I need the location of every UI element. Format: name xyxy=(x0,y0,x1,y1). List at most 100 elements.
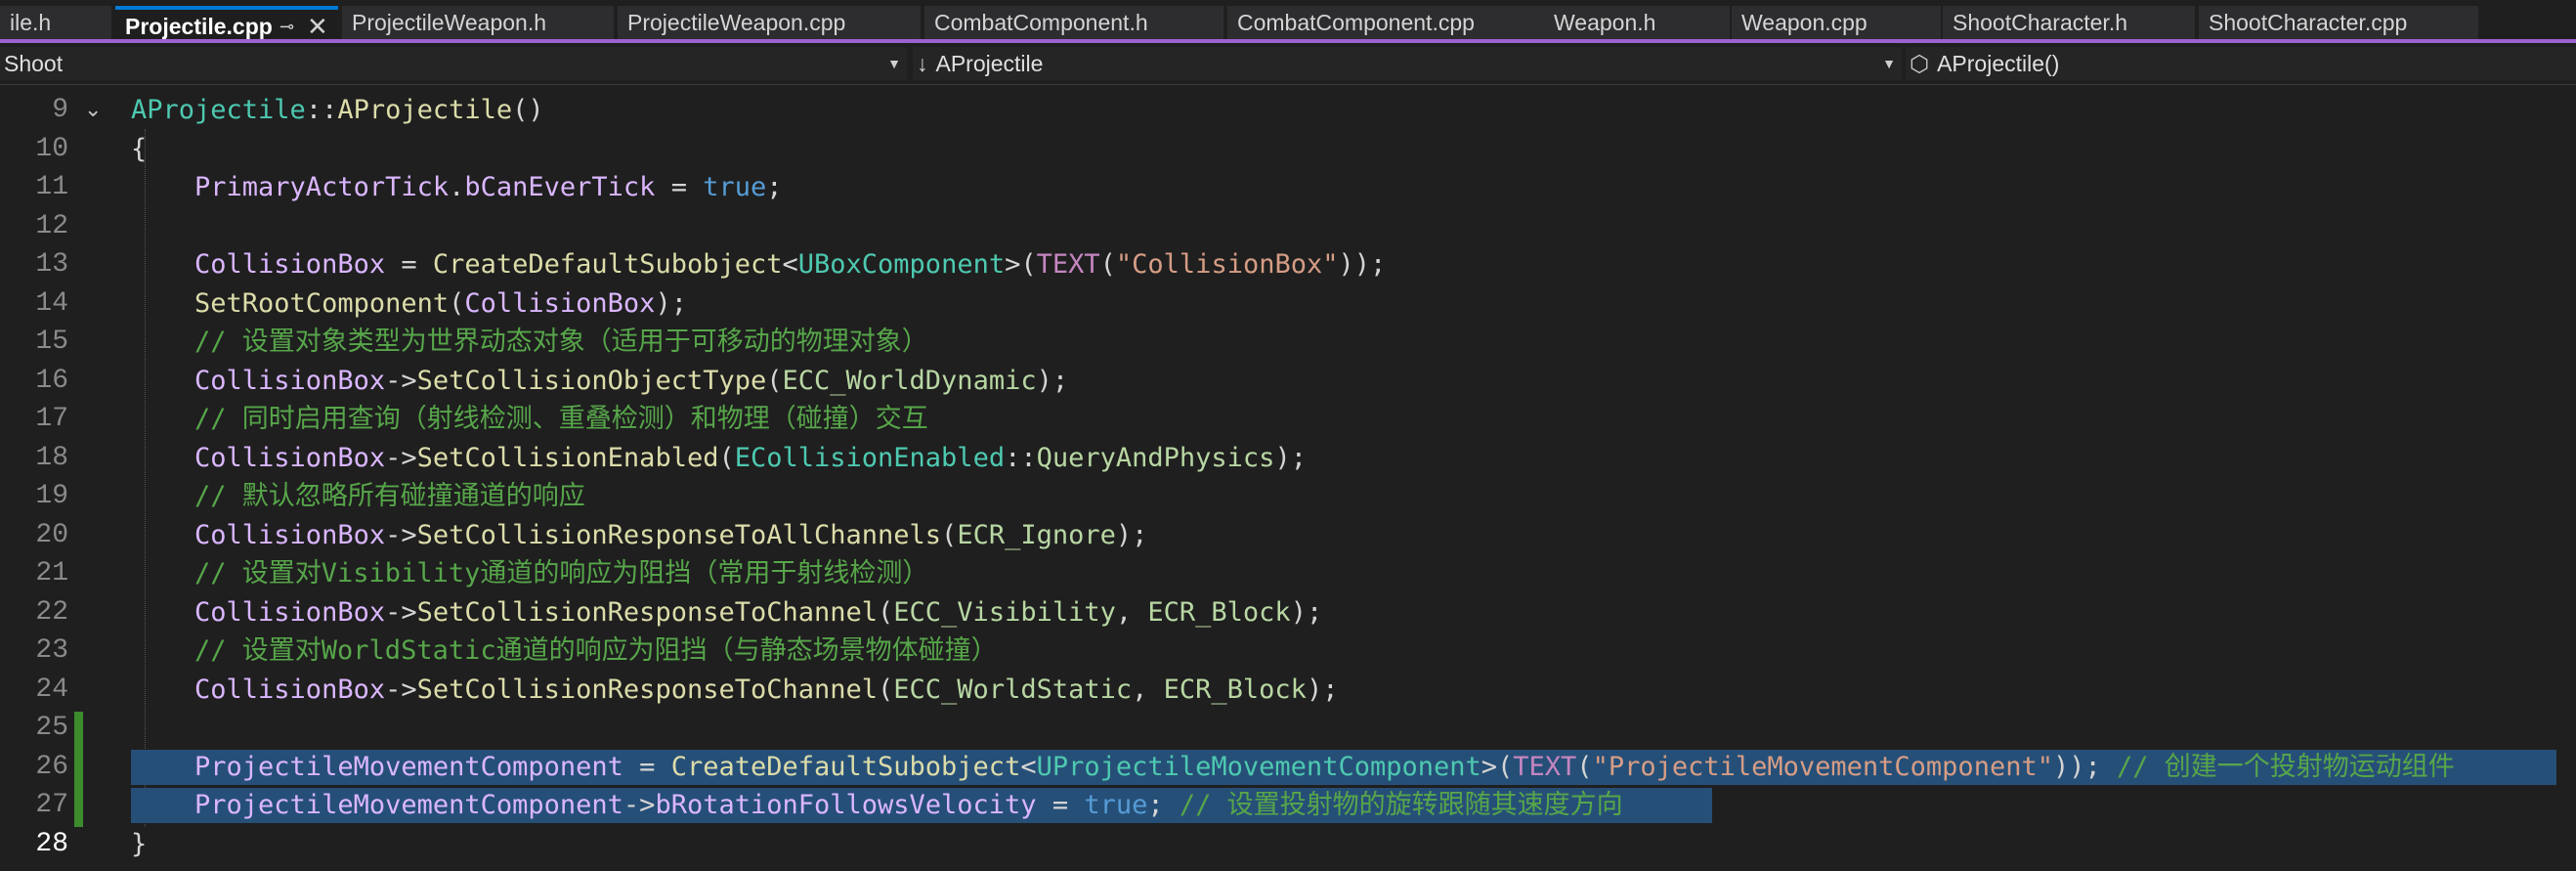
code-token: ); xyxy=(1274,442,1307,473)
code-token: ; xyxy=(766,172,783,202)
tab-file-h[interactable]: ile.h xyxy=(0,6,111,39)
code-line[interactable]: 15 // 设置对象类型为世界动态对象（适用于可移动的物理对象） xyxy=(0,323,2576,362)
down-arrow-icon: ↓ xyxy=(917,51,928,76)
code-line[interactable]: 18 CollisionBox->SetCollisionEnabled(ECo… xyxy=(0,439,2576,478)
code-token: :: xyxy=(305,95,338,125)
tab-label: ShootCharacter.h xyxy=(1953,10,2128,35)
code-token: // 同时启用查询（射线检测、重叠检测）和物理（碰撞）交互 xyxy=(131,404,928,434)
code-token: >( xyxy=(1481,751,1514,782)
tab-shootcharacter-cpp[interactable]: ShootCharacter.cpp xyxy=(2199,6,2478,39)
code-token: )); xyxy=(1338,249,1387,280)
code-token: ( xyxy=(449,287,465,319)
fold-chevron-icon[interactable]: ⌄ xyxy=(84,91,102,130)
code-line[interactable]: 26 ProjectileMovementComponent = CreateD… xyxy=(0,748,2576,787)
code-token: QueryAndPhysics xyxy=(1036,442,1275,473)
code-token: ( xyxy=(766,365,783,396)
code-token: // 设置对象类型为世界动态对象（适用于可移动的物理对象） xyxy=(131,327,928,357)
code-token: -> xyxy=(385,442,417,473)
code-token: ( xyxy=(878,674,894,705)
code-text: ProjectileMovementComponent->bRotationFo… xyxy=(131,786,1623,825)
code-token: CollisionBox xyxy=(464,287,656,319)
code-line[interactable]: 11 PrimaryActorTick.bCanEverTick = true; xyxy=(0,168,2576,207)
tab-weapon-cpp[interactable]: Weapon.cpp xyxy=(1732,6,1941,39)
tab-projectile-cpp[interactable]: Projectile.cpp ⊸ ✕ xyxy=(115,6,338,39)
line-number: 9 xyxy=(52,95,68,125)
code-token: CollisionBox xyxy=(131,249,386,280)
code-token: -> xyxy=(385,519,417,550)
tab-shootcharacter-h[interactable]: ShootCharacter.h xyxy=(1943,6,2195,39)
code-text: { xyxy=(131,130,147,169)
code-token: // 默认忽略所有碰撞通道的响应 xyxy=(131,481,585,511)
code-token: bRotationFollowsVelocity xyxy=(655,790,1037,820)
code-token: ); xyxy=(1290,596,1323,628)
code-token: . xyxy=(449,172,465,202)
code-text: PrimaryActorTick.bCanEverTick = true; xyxy=(131,168,783,207)
code-token: CollisionBox xyxy=(131,442,386,473)
line-number: 14 xyxy=(35,287,68,319)
tab-projectileweapon-h[interactable]: ProjectileWeapon.h xyxy=(342,6,614,39)
member-dropdown[interactable]: ⬡ AProjectile() xyxy=(1906,47,2576,80)
code-token: CollisionBox xyxy=(131,519,386,550)
line-number: 13 xyxy=(35,249,68,280)
chevron-down-icon: ▼ xyxy=(1882,56,1896,71)
line-number: 12 xyxy=(35,210,68,241)
code-token: ); xyxy=(655,287,687,319)
code-token: bCanEverTick xyxy=(464,172,656,202)
close-icon[interactable]: ✕ xyxy=(307,10,328,39)
code-token: // 设置投射物的旋转跟随其速度方向 xyxy=(1179,790,1623,820)
code-token: , xyxy=(1115,596,1148,628)
code-token: "ProjectileMovementComponent" xyxy=(1592,751,2053,782)
code-line[interactable]: 21 // 设置对Visibility通道的响应为阻挡（常用于射线检测） xyxy=(0,554,2576,593)
code-token: } xyxy=(131,828,148,859)
pin-icon[interactable]: ⊸ xyxy=(279,10,294,39)
code-text: CollisionBox = CreateDefaultSubobject<UB… xyxy=(131,245,1386,284)
tab-combatcomponent-h[interactable]: CombatComponent.h xyxy=(924,6,1224,39)
code-token: -> xyxy=(385,596,417,628)
code-line[interactable]: 9 ⌄ AProjectile::AProjectile() xyxy=(0,91,2576,130)
code-line[interactable]: 16 CollisionBox->SetCollisionObjectType(… xyxy=(0,362,2576,401)
code-text: // 同时启用查询（射线检测、重叠检测）和物理（碰撞）交互 xyxy=(131,400,928,439)
code-line[interactable]: 23 // 设置对WorldStatic通道的响应为阻挡（与静态场景物体碰撞） xyxy=(0,631,2576,671)
code-line[interactable]: 10 { xyxy=(0,130,2576,169)
code-line[interactable]: 27 ProjectileMovementComponent->bRotatio… xyxy=(0,786,2576,825)
tab-projectileweapon-cpp[interactable]: ProjectileWeapon.cpp xyxy=(618,6,921,39)
code-line[interactable]: 13 CollisionBox = CreateDefaultSubobject… xyxy=(0,245,2576,284)
code-token: PrimaryActorTick xyxy=(131,172,450,202)
code-line[interactable]: 20 CollisionBox->SetCollisionResponseToA… xyxy=(0,516,2576,555)
code-token: ); xyxy=(1306,674,1339,705)
code-text: ProjectileMovementComponent = CreateDefa… xyxy=(131,748,2455,787)
code-line[interactable]: 22 CollisionBox->SetCollisionResponseToC… xyxy=(0,593,2576,632)
code-token: ECR_Ignore xyxy=(957,519,1116,550)
code-text: CollisionBox->SetCollisionObjectType(ECC… xyxy=(131,362,1068,401)
code-line[interactable]: 12 xyxy=(0,207,2576,246)
code-editor[interactable]: 9 ⌄ AProjectile::AProjectile() 10{11 Primar… xyxy=(0,86,2576,871)
code-token: // 创建一个投射物运动组件 xyxy=(2117,751,2455,782)
code-line[interactable]: 28} xyxy=(0,825,2576,864)
code-token: ( xyxy=(941,519,958,550)
code-line[interactable]: 14 SetRootComponent(CollisionBox); xyxy=(0,284,2576,324)
tab-weapon-h[interactable]: Weapon.h xyxy=(1544,6,1730,39)
scope-dropdown[interactable]: ↓ AProjectile ▼ xyxy=(913,47,1902,80)
code-text: SetRootComponent(CollisionBox); xyxy=(131,284,687,324)
line-number: 25 xyxy=(35,713,68,743)
code-token: ECC_WorldStatic xyxy=(893,674,1133,705)
code-token: UBoxComponent xyxy=(797,249,1006,280)
code-token: SetCollisionResponseToAllChannels xyxy=(416,519,942,550)
code-line[interactable]: 25 xyxy=(0,709,2576,748)
code-text: // 设置对Visibility通道的响应为阻挡（常用于射线检测） xyxy=(131,554,928,593)
code-token: , xyxy=(1132,674,1164,705)
scope-name: AProjectile xyxy=(935,51,1044,76)
code-line[interactable]: 19 // 默认忽略所有碰撞通道的响应 xyxy=(0,477,2576,516)
project-dropdown[interactable]: Shoot ▼ xyxy=(0,47,907,80)
code-text: // 设置对象类型为世界动态对象（适用于可移动的物理对象） xyxy=(131,323,928,362)
line-number: 15 xyxy=(35,327,68,357)
tab-label: Weapon.cpp xyxy=(1741,10,1868,35)
tab-combatcomponent-cpp[interactable]: CombatComponent.cpp xyxy=(1227,6,1544,39)
code-line[interactable]: 24 CollisionBox->SetCollisionResponseToC… xyxy=(0,671,2576,710)
code-token: = xyxy=(623,751,671,782)
code-token: AProjectile xyxy=(131,95,306,125)
project-name: Shoot xyxy=(4,51,64,76)
code-token: SetCollisionEnabled xyxy=(416,442,719,473)
code-token: ; xyxy=(1147,790,1180,820)
code-line[interactable]: 17 // 同时启用查询（射线检测、重叠检测）和物理（碰撞）交互 xyxy=(0,400,2576,439)
